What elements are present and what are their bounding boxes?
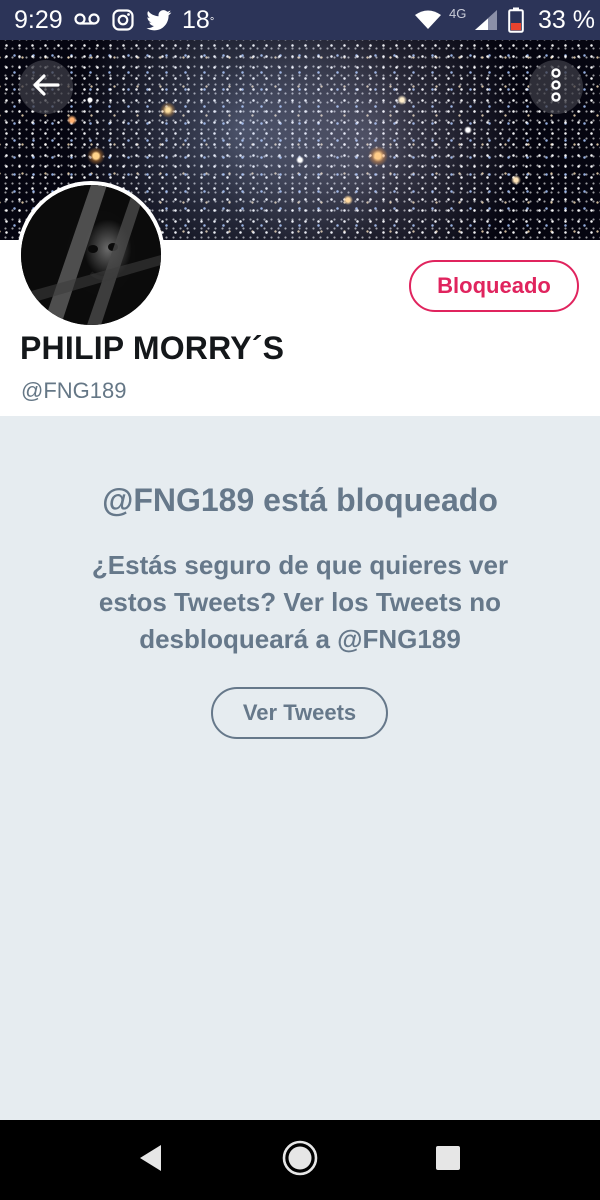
nav-home-icon xyxy=(281,1139,319,1182)
instagram-icon xyxy=(112,9,134,36)
arrow-left-icon xyxy=(31,72,61,103)
user-handle: @FNG189 xyxy=(21,378,127,403)
nav-home-button[interactable] xyxy=(280,1140,320,1180)
blocked-title: @FNG189 está bloqueado xyxy=(102,482,498,518)
status-time: 9:29 xyxy=(14,6,63,34)
nav-recents-button[interactable] xyxy=(428,1140,468,1180)
more-vertical-icon xyxy=(549,67,563,107)
system-nav-bar xyxy=(0,1120,600,1200)
status-bar: 9:29 18° 4G 33 % xyxy=(0,0,600,40)
display-name: PHILIP MORRY´S xyxy=(20,330,285,366)
network-type: 4G xyxy=(449,6,467,21)
voicemail-icon xyxy=(74,12,100,31)
more-options-button[interactable] xyxy=(529,60,583,114)
twitter-icon xyxy=(146,10,172,36)
view-tweets-button[interactable]: Ver Tweets xyxy=(211,687,388,739)
nav-back-button[interactable] xyxy=(130,1140,170,1180)
back-button[interactable] xyxy=(19,60,73,114)
avatar[interactable] xyxy=(17,181,165,329)
wifi-icon xyxy=(414,10,442,35)
battery-percent: 33 % xyxy=(538,6,595,34)
nav-recents-icon xyxy=(435,1145,461,1176)
battery-icon xyxy=(508,7,524,38)
blocked-message: ¿Estás seguro de que quieres ver estos T… xyxy=(91,550,509,654)
blocked-button[interactable]: Bloqueado xyxy=(409,260,579,312)
temperature-text: 18° xyxy=(182,6,214,34)
profile-screen: 9:29 18° 4G 33 % Bloqueado PHILIP MORRY´… xyxy=(0,0,600,1200)
nav-back-icon xyxy=(137,1143,163,1178)
signal-icon xyxy=(474,9,498,36)
temperature-value: 18 xyxy=(182,6,210,34)
temperature-unit: ° xyxy=(209,16,215,28)
